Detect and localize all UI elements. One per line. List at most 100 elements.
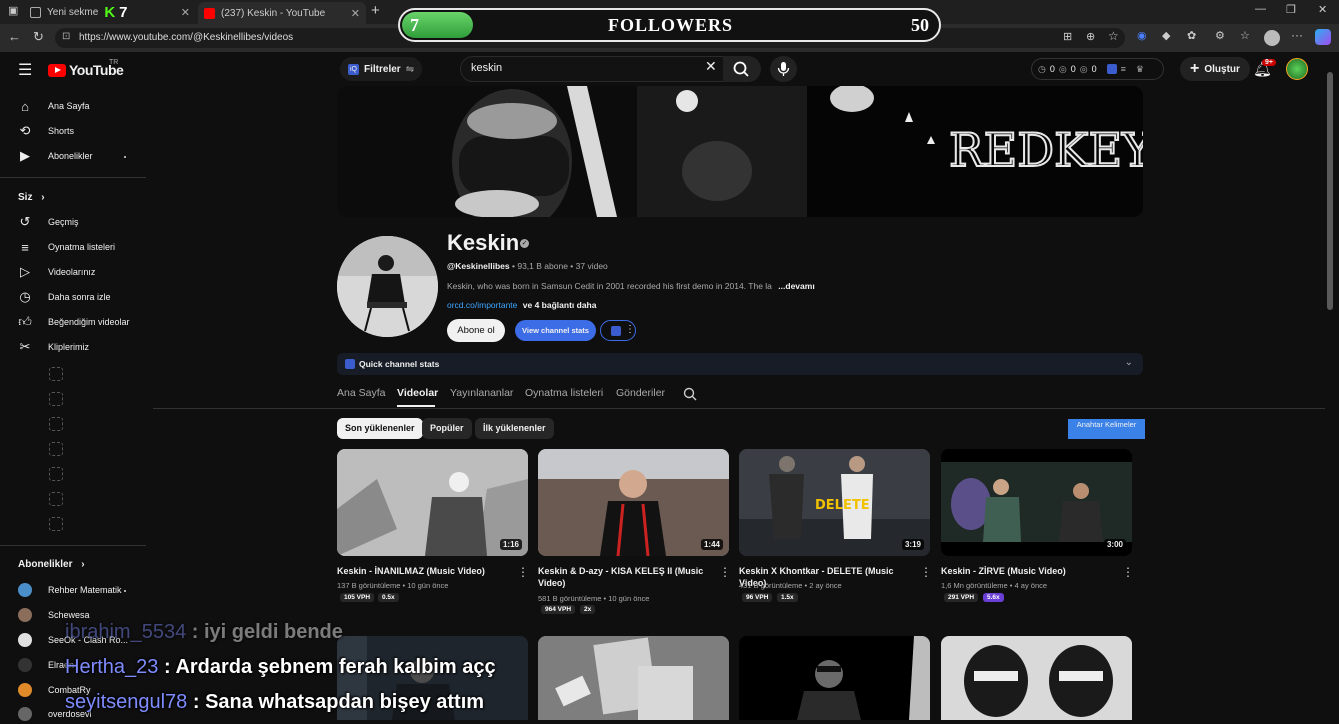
favorites-icon[interactable]: ☆ [1240, 29, 1250, 42]
view-channel-stats-button[interactable]: View channel stats [515, 320, 596, 341]
sidebar-item-subscriptions[interactable]: ▶ Abonelikler [18, 146, 93, 166]
sidebar-item-home[interactable]: ⌂ Ana Sayfa [18, 96, 89, 116]
extension-logo-icon [345, 359, 355, 369]
more-vertical-icon[interactable]: ⋮ [719, 565, 731, 579]
list-icon[interactable]: ≡ [1121, 64, 1126, 74]
notification-count: 9+ [1262, 59, 1276, 66]
channel-avatar [18, 707, 32, 721]
tab-label: (237) Keskin - YouTube [221, 7, 326, 19]
video-meta: 1,6 Mn görüntüleme • 4 ay önce [941, 581, 1048, 590]
tab-posts[interactable]: Gönderiler [616, 387, 665, 399]
channel-search-icon[interactable] [682, 386, 698, 402]
channel-avatar-large[interactable] [337, 236, 438, 337]
more-link[interactable]: ...devamı [778, 281, 814, 291]
more-vertical-icon[interactable]: ⋮ [1122, 565, 1134, 579]
sidebar-item-clips[interactable]: ✂ Kliplerimiz [18, 337, 89, 357]
tab-home[interactable]: Ana Sayfa [337, 387, 385, 399]
channel-links: orcd.co/importante ve 4 bağlantı daha [447, 300, 596, 310]
sidebar-item-liked-videos[interactable]: 👍︎ Beğendiğim videolar [18, 312, 129, 332]
video-thumbnail[interactable] [739, 636, 930, 720]
extension-logo-icon[interactable] [1106, 64, 1117, 74]
close-window-icon[interactable]: ✕ [1318, 3, 1327, 16]
page-scrollbar[interactable] [1327, 72, 1333, 310]
tab-youtube[interactable]: (237) Keskin - YouTube ✕ [198, 2, 366, 24]
zoom-icon[interactable]: ⊕ [1086, 30, 1095, 43]
more-links[interactable]: ve 4 bağlantı daha [523, 300, 597, 310]
sidebar-item-shorts[interactable]: ⟲ Shorts [18, 121, 74, 141]
tab-new-tab[interactable]: Yeni sekme K 7 ✕ [30, 2, 196, 22]
tab-live[interactable]: Yayınlananlar [450, 387, 513, 399]
channel-link[interactable]: orcd.co/importante [447, 300, 517, 310]
extension-icon[interactable]: ◉ [1137, 29, 1147, 42]
chip-oldest[interactable]: İlk yüklenenler [475, 418, 554, 439]
tab-playlists[interactable]: Oynatma listeleri [525, 387, 603, 399]
account-avatar[interactable] [1286, 58, 1308, 80]
more-vertical-icon[interactable]: ⋮ [517, 565, 529, 579]
tab-videos[interactable]: Videolar [397, 387, 438, 399]
filters-button[interactable]: iQ Filtreler ⇋ [340, 57, 423, 81]
video-thumbnail[interactable]: 3:00 [941, 449, 1132, 556]
youtube-logo[interactable]: YouTube TR [48, 59, 124, 78]
sidebar-item-your-videos[interactable]: ▷ Videolarınız [18, 262, 95, 282]
video-thumbnail[interactable] [538, 636, 729, 720]
tab-actions-icon[interactable]: ▣ [8, 4, 18, 17]
video-thumbnail[interactable]: 1:16 [337, 449, 528, 556]
reload-icon[interactable]: ↻ [33, 29, 44, 45]
search-value: keskin [471, 62, 503, 74]
menu-hamburger-icon[interactable]: ☰ [18, 60, 32, 80]
chip-popular[interactable]: Popüler [422, 418, 472, 439]
create-label: Oluştur [1204, 63, 1240, 75]
sidebar-item-playlists[interactable]: ≡ Oynatma listeleri [18, 237, 115, 257]
video-duration: 3:00 [1103, 539, 1126, 550]
followers-current: 7 [410, 15, 419, 35]
quick-channel-stats-bar[interactable]: Quick channel stats ⌄ [337, 353, 1143, 375]
video-thumbnail[interactable]: 1:44 [538, 449, 729, 556]
multiplier-badge: 5.6x [983, 593, 1004, 602]
apps-icon[interactable]: ⊞ [1063, 30, 1072, 43]
close-tab-icon[interactable]: ✕ [181, 6, 190, 19]
profile-avatar[interactable] [1264, 30, 1280, 46]
create-button[interactable]: + Oluştur [1180, 57, 1250, 81]
sidebar-item-watch-later[interactable]: ◷ Daha sonra izle [18, 287, 110, 307]
channel-name: Keskin [447, 230, 520, 255]
youtube-favicon-icon [204, 7, 215, 19]
favorite-star-icon[interactable]: ☆ [1108, 29, 1119, 43]
clear-search-icon[interactable]: ✕ [705, 58, 717, 75]
split-screen-icon[interactable]: ⚙ [1215, 29, 1225, 42]
video-thumbnail[interactable] [941, 636, 1132, 720]
minimize-icon[interactable]: — [1255, 3, 1266, 15]
extensions-puzzle-icon[interactable]: ✿ [1187, 29, 1196, 42]
search-button[interactable] [723, 56, 761, 82]
more-vertical-icon[interactable]: ⋮ [920, 565, 932, 579]
voice-search-button[interactable] [770, 56, 797, 82]
subscribe-button[interactable]: Abone ol [447, 319, 505, 342]
kick-badge: 7 [119, 3, 128, 21]
site-info-icon[interactable]: ⊡ [62, 31, 70, 42]
video-thumbnail[interactable]: DELETE 3:19 [739, 449, 930, 556]
close-tab-icon[interactable]: ✕ [351, 7, 360, 20]
sidebar-you-heading[interactable]: Siz › [18, 192, 45, 203]
filters-label: Filtreler [364, 63, 401, 75]
sidebar-subscriptions-heading[interactable]: Abonelikler › [18, 559, 85, 570]
video-title[interactable]: Keskin & D-azy - KISA KELEŞ II (Music Vi… [538, 565, 713, 589]
extension-menu-button[interactable]: ⋮ [600, 320, 636, 341]
keywords-button[interactable]: Anahtar Kelimeler [1068, 419, 1145, 439]
plus-icon: + [1190, 60, 1200, 77]
trophy-icon[interactable]: ♛ [1136, 64, 1144, 75]
sidebar-item-history[interactable]: ↺ Geçmiş [18, 212, 79, 232]
more-menu-icon[interactable]: ··· [1291, 28, 1303, 42]
copilot-icon[interactable] [1315, 29, 1331, 45]
chevron-right-icon: › [41, 192, 45, 203]
sidebar-sub-channel[interactable]: Rehber Matematik [18, 580, 122, 600]
thumbnail-image [941, 636, 1132, 720]
channel-description[interactable]: Keskin, who was born in Samsun Cedit in … [447, 281, 815, 291]
thumbnail-image [538, 636, 729, 720]
video-title[interactable]: Keskin - İNANILMAZ (Music Video) [337, 565, 512, 577]
chevron-right-icon: › [81, 559, 85, 570]
chip-latest[interactable]: Son yüklenenler [337, 418, 423, 439]
extension-icon[interactable]: ◆ [1162, 29, 1170, 42]
back-icon[interactable]: ← [8, 29, 21, 44]
maximize-icon[interactable]: ❐ [1286, 3, 1296, 16]
video-title[interactable]: Keskin - ZİRVE (Music Video) [941, 565, 1116, 577]
new-tab-icon[interactable]: + [371, 2, 380, 19]
